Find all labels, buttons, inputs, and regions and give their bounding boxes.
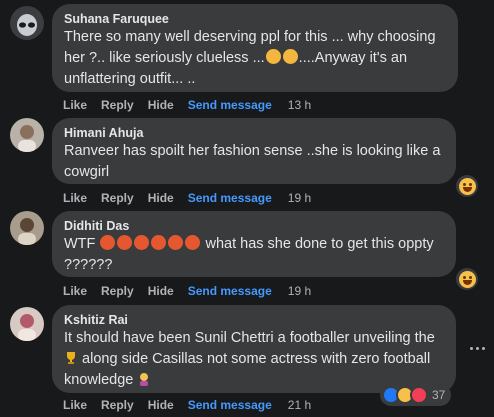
angry-face-icon [117, 235, 133, 250]
avatar[interactable] [10, 307, 44, 341]
trophy-icon [64, 351, 78, 365]
avatar[interactable] [10, 6, 44, 40]
comment-text: Ranveer has spoilt her fashion sense ..s… [64, 143, 441, 180]
send-message-link[interactable]: Send message [188, 98, 272, 112]
comment-text: There so many well deserving ppl for thi… [64, 29, 436, 87]
timestamp[interactable]: 19 h [288, 284, 311, 298]
pensive-face-icon [282, 49, 298, 64]
hide-button[interactable]: Hide [148, 191, 174, 205]
timestamp[interactable]: 13 h [288, 98, 311, 112]
avatar[interactable] [10, 118, 44, 152]
comment-author[interactable]: Didhiti Das [64, 218, 444, 234]
haha-reaction-icon[interactable] [456, 268, 478, 290]
comment-actions: Like Reply Hide Send message 19 h [63, 284, 325, 298]
angry-face-icon [100, 235, 116, 250]
angry-face-icon [151, 235, 167, 250]
facepalm-icon [137, 372, 151, 386]
angry-face-icon [185, 235, 201, 250]
love-reaction-icon [410, 386, 428, 404]
comment-actions: Like Reply Hide Send message 13 h [63, 98, 325, 112]
comment-bubble: Himani Ahuja Ranveer has spoilt her fash… [52, 118, 456, 184]
more-options-icon[interactable] [466, 340, 488, 356]
send-message-link[interactable]: Send message [188, 191, 272, 205]
send-message-link[interactable]: Send message [188, 398, 272, 412]
comment-author[interactable]: Himani Ahuja [64, 125, 444, 141]
avatar[interactable] [10, 211, 44, 245]
reply-button[interactable]: Reply [101, 398, 134, 412]
hide-button[interactable]: Hide [148, 398, 174, 412]
like-button[interactable]: Like [63, 191, 87, 205]
timestamp[interactable]: 19 h [288, 191, 311, 205]
hide-button[interactable]: Hide [148, 98, 174, 112]
reactions-summary[interactable]: 37 [380, 384, 452, 406]
comment-author[interactable]: Suhana Faruquee [64, 11, 446, 27]
reaction-count: 37 [432, 388, 446, 402]
reply-button[interactable]: Reply [101, 284, 134, 298]
comment-bubble: Suhana Faruquee There so many well deser… [52, 4, 458, 92]
reply-button[interactable]: Reply [101, 191, 134, 205]
like-button[interactable]: Like [63, 98, 87, 112]
send-message-link[interactable]: Send message [188, 284, 272, 298]
hide-button[interactable]: Hide [148, 284, 174, 298]
comment-author[interactable]: Kshitiz Rai [64, 312, 444, 328]
pensive-face-icon [265, 49, 281, 64]
angry-face-icon [134, 235, 150, 250]
comment-bubble: Kshitiz Rai It should have been Sunil Ch… [52, 305, 456, 393]
like-button[interactable]: Like [63, 398, 87, 412]
comment-actions: Like Reply Hide Send message 19 h [63, 191, 325, 205]
comment-bubble: Didhiti Das WTF what has she done to get… [52, 211, 456, 277]
reply-button[interactable]: Reply [101, 98, 134, 112]
comment-actions: Like Reply Hide Send message 21 h [63, 398, 325, 412]
comment-text: It should have been Sunil Chettri a foot… [64, 330, 435, 388]
timestamp[interactable]: 21 h [288, 398, 311, 412]
comment-text: WTF what has she done to get this oppty … [64, 235, 434, 273]
like-button[interactable]: Like [63, 284, 87, 298]
angry-face-icon [168, 235, 184, 250]
haha-reaction-icon[interactable] [456, 175, 478, 197]
